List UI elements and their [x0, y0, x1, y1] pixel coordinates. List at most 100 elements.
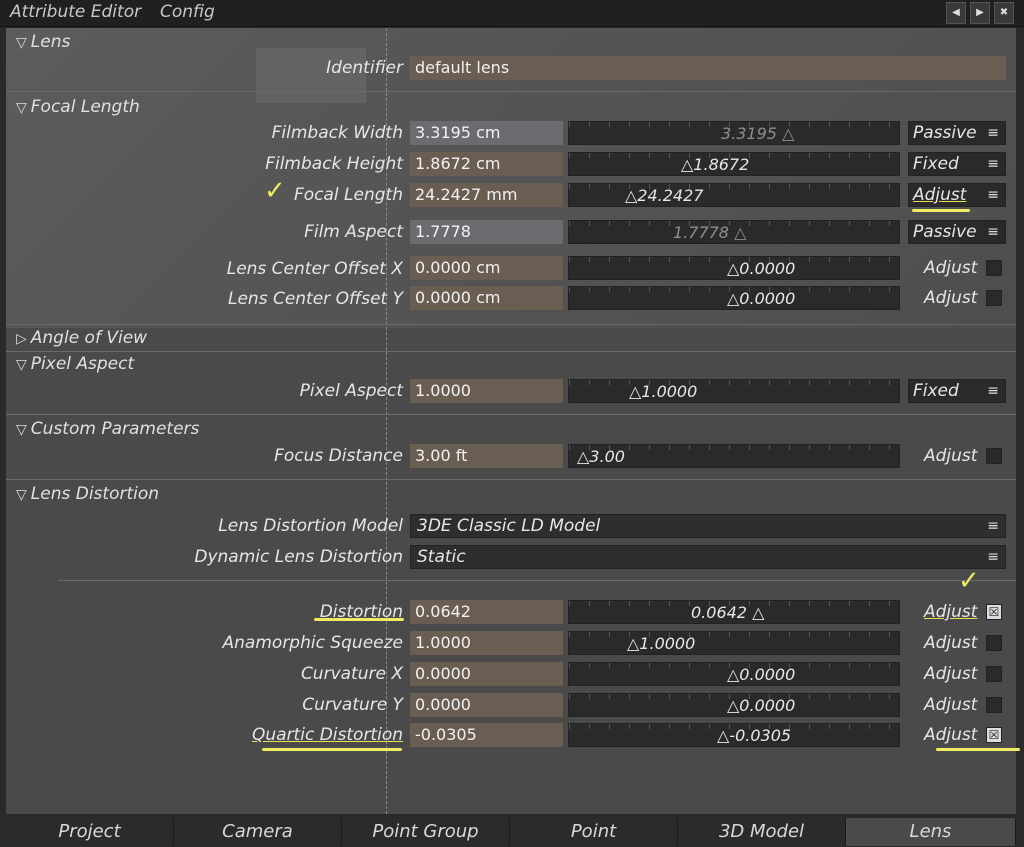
slider-value: △3.00 — [577, 447, 625, 466]
filmback-height-field[interactable]: 1.8672 cm — [410, 152, 563, 176]
annotation-underline — [262, 748, 402, 751]
lens-center-y-field[interactable]: 0.0000 cm — [410, 286, 563, 310]
distortion-field[interactable]: 0.0642 — [410, 600, 563, 624]
tab-point-group[interactable]: Point Group — [342, 818, 510, 846]
pixel-aspect-slider[interactable]: △1.0000 — [568, 379, 900, 403]
focus-distance-adjust-checkbox[interactable] — [986, 448, 1002, 464]
section-pixel-aspect-label: Pixel Aspect — [30, 354, 135, 374]
identifier-field[interactable]: default lens — [410, 56, 1006, 80]
curvature-x-adjust-label: Adjust — [924, 664, 978, 684]
curvature-y-adjust-checkbox[interactable] — [986, 697, 1002, 713]
film-aspect-slider[interactable]: 1.7778 △ — [568, 220, 900, 244]
collapsed-icon: ▷ — [16, 331, 27, 347]
slider-value: △1.0000 — [629, 382, 698, 401]
expanded-icon: ▽ — [16, 357, 27, 373]
curvature-y-field[interactable]: 0.0000 — [410, 693, 563, 717]
anamorphic-squeeze-label: Anamorphic Squeeze — [222, 633, 403, 653]
focal-length-slider[interactable]: △24.2427 — [568, 183, 900, 207]
tab-project[interactable]: Project — [6, 818, 174, 846]
tab-point[interactable]: Point — [510, 818, 678, 846]
anamorphic-squeeze-adjust-checkbox[interactable] — [986, 635, 1002, 651]
menu-icon: ≡ — [987, 187, 999, 203]
focal-length-mode[interactable]: Adjust ≡ — [908, 183, 1006, 207]
section-pixel-aspect[interactable]: ▽ Pixel Aspect — [16, 354, 134, 374]
filmback-height-slider[interactable]: △1.8672 — [568, 152, 900, 176]
menu-icon: ≡ — [987, 383, 999, 399]
section-lens-distortion-label: Lens Distortion — [30, 484, 160, 504]
curvature-x-adjust-checkbox[interactable] — [986, 666, 1002, 682]
dynamic-ld-dropdown[interactable]: Static ≡ — [410, 545, 1006, 569]
section-lens[interactable]: ▽ Lens — [16, 32, 70, 52]
tab-3d-model[interactable]: 3D Model — [678, 818, 846, 846]
slider-value: △0.0000 — [727, 259, 796, 278]
tab-camera[interactable]: Camera — [174, 818, 342, 846]
menubar: Attribute Editor Config ◀ ▶ ✖ — [0, 0, 1024, 27]
menu-icon: ≡ — [987, 549, 999, 565]
slider-value: △1.0000 — [627, 634, 696, 653]
expanded-icon: ▽ — [16, 487, 27, 503]
curvature-y-slider[interactable]: △0.0000 — [568, 693, 900, 717]
lens-center-x-adjust-label: Adjust — [924, 258, 978, 278]
menu-attribute-editor[interactable]: Attribute Editor — [10, 2, 141, 22]
section-focal-length[interactable]: ▽ Focal Length — [16, 97, 140, 117]
slider-value: △-0.0305 — [717, 726, 792, 745]
identifier-label: Identifier — [326, 58, 403, 78]
quartic-distortion-label: Quartic Distortion — [252, 725, 403, 745]
lens-center-y-adjust-checkbox[interactable] — [986, 290, 1002, 306]
filmback-width-slider[interactable]: 3.3195 △ — [568, 121, 900, 145]
menu-config[interactable]: Config — [160, 2, 215, 22]
anamorphic-squeeze-slider[interactable]: △1.0000 — [568, 631, 900, 655]
slider-value: △24.2427 — [625, 186, 704, 205]
slider-value: △1.8672 — [681, 155, 750, 174]
next-arrow-icon[interactable]: ▶ — [970, 2, 990, 24]
pixel-aspect-field[interactable]: 1.0000 — [410, 379, 563, 403]
filmback-width-field[interactable]: 3.3195 cm — [410, 121, 563, 145]
section-custom-parameters[interactable]: ▽ Custom Parameters — [16, 419, 199, 439]
annotation-check-icon: ✓ — [958, 566, 980, 596]
slider-value: 3.3195 △ — [721, 124, 795, 143]
annotation-underline — [936, 748, 1020, 751]
distortion-adjust-checkbox[interactable]: ☒ — [986, 604, 1002, 620]
menu-icon: ≡ — [987, 156, 999, 172]
anamorphic-squeeze-field[interactable]: 1.0000 — [410, 631, 563, 655]
anamorphic-squeeze-adjust-label: Adjust — [924, 633, 978, 653]
film-aspect-label: Film Aspect — [304, 222, 403, 242]
filmback-height-mode[interactable]: Fixed ≡ — [908, 152, 1006, 176]
lens-center-y-slider[interactable]: △0.0000 — [568, 286, 900, 310]
close-icon[interactable]: ✖ — [994, 2, 1014, 24]
quartic-distortion-field[interactable]: -0.0305 — [410, 723, 563, 747]
focus-distance-slider[interactable]: △3.00 — [568, 444, 900, 468]
filmback-width-mode[interactable]: Passive ≡ — [908, 121, 1006, 145]
slider-value: △0.0000 — [727, 289, 796, 308]
dropdown-value: 3DE Classic LD Model — [417, 516, 601, 536]
section-angle-of-view[interactable]: ▷ Angle of View — [16, 328, 147, 348]
lens-center-y-label: Lens Center Offset Y — [227, 289, 403, 309]
section-lens-distortion[interactable]: ▽ Lens Distortion — [16, 484, 159, 504]
quartic-distortion-slider[interactable]: △-0.0305 — [568, 723, 900, 747]
curvature-x-field[interactable]: 0.0000 — [410, 662, 563, 686]
lens-center-x-slider[interactable]: △0.0000 — [568, 256, 900, 280]
mode-label: Passive — [913, 123, 977, 143]
menu-icon: ≡ — [987, 125, 999, 141]
focal-length-field[interactable]: 24.2427 mm — [410, 183, 563, 207]
ld-model-dropdown[interactable]: 3DE Classic LD Model ≡ — [410, 514, 1006, 538]
mode-label: Passive — [913, 222, 977, 242]
pixel-aspect-mode[interactable]: Fixed ≡ — [908, 379, 1006, 403]
focus-distance-field[interactable]: 3.00 ft — [410, 444, 563, 468]
quartic-distortion-adjust-checkbox[interactable]: ☒ — [986, 727, 1002, 743]
film-aspect-field[interactable]: 1.7778 — [410, 220, 563, 244]
expanded-icon: ▽ — [16, 35, 27, 51]
curvature-y-label: Curvature Y — [302, 695, 403, 715]
pixel-aspect-label: Pixel Aspect — [299, 381, 403, 401]
lens-center-x-field[interactable]: 0.0000 cm — [410, 256, 563, 280]
lens-center-y-adjust-label: Adjust — [924, 288, 978, 308]
prev-arrow-icon[interactable]: ◀ — [946, 2, 966, 24]
section-custom-parameters-label: Custom Parameters — [30, 419, 200, 439]
distortion-slider[interactable]: 0.0642 △ — [568, 600, 900, 624]
tab-lens[interactable]: Lens — [846, 818, 1016, 846]
curvature-x-slider[interactable]: △0.0000 — [568, 662, 900, 686]
lens-center-x-adjust-checkbox[interactable] — [986, 260, 1002, 276]
slider-value: △0.0000 — [727, 696, 796, 715]
film-aspect-mode[interactable]: Passive ≡ — [908, 220, 1006, 244]
section-focal-length-label: Focal Length — [30, 97, 140, 117]
